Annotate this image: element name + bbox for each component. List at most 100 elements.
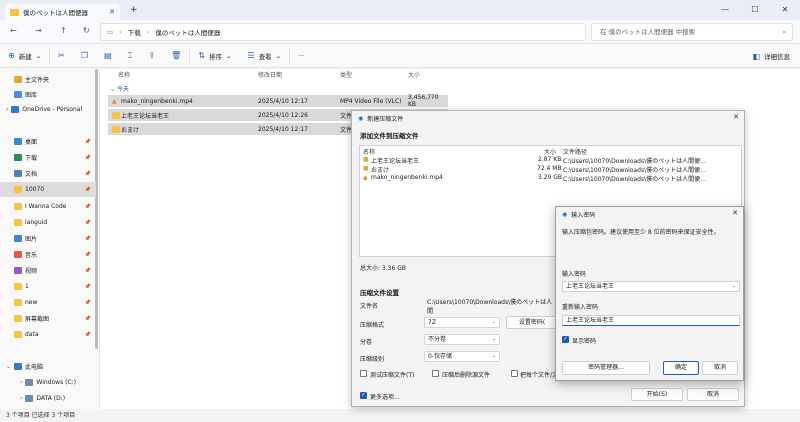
chevron-right-icon[interactable]: › — [20, 379, 22, 386]
sidebar-item[interactable]: 1 📌 — [0, 279, 96, 294]
file-modified: 2025/4/10 12:26 — [258, 111, 308, 119]
view-label: 查看 — [258, 52, 272, 61]
search-input[interactable]: 在 僕のペットは人間便器 中搜索 ⌕ — [591, 23, 793, 41]
plus-circle-icon: ⊕ — [8, 51, 15, 60]
sidebar-item[interactable]: 下载 📌 — [0, 150, 96, 165]
more-options-checkbox[interactable]: ✓ — [360, 392, 367, 399]
password-dialog: ◉ 输入密码 ✕ 输入压缩包密码。建议使用至少 8 位的密码来保证安全性。 输入… — [555, 206, 744, 381]
cancel-button[interactable]: 取消 — [687, 388, 739, 401]
sidebar-item[interactable]: languid 📌 — [0, 215, 96, 230]
format-select[interactable]: 7Z ⌄ — [424, 317, 500, 328]
sort-icon: ⇅ — [198, 51, 205, 60]
sidebar-item[interactable]: 桌面 📌 — [0, 134, 96, 149]
forward-arrow-icon[interactable]: → — [35, 26, 42, 35]
view-button[interactable]: ☰ 查看 ⌄ — [239, 51, 289, 61]
column-header-size[interactable]: 大小 — [408, 69, 420, 83]
sidebar-item[interactable]: new 📌 — [0, 295, 96, 310]
sidebar-item[interactable]: 文档 📌 — [0, 166, 96, 181]
chevron-right-icon[interactable]: › — [20, 395, 22, 402]
sidebar-item[interactable]: › Windows (C:) — [0, 375, 96, 390]
maximize-button[interactable]: ☐ — [740, 0, 770, 20]
cut-button[interactable]: ✂ — [50, 51, 73, 60]
up-arrow-icon[interactable]: ↑ — [60, 26, 67, 35]
refresh-icon[interactable]: ↻ — [83, 26, 90, 35]
show-password-checkbox[interactable]: ✓ — [562, 336, 569, 343]
each-file-checkbox[interactable] — [511, 370, 518, 377]
chevron-down-icon: ⌄ — [491, 353, 496, 359]
status-bar: 3 个项目 已选择 3 个项目 — [0, 409, 800, 422]
column-header-name[interactable]: 名称 — [118, 69, 130, 83]
new-button[interactable]: ⊕ 新建 ⌄ — [0, 51, 49, 61]
sidebar-item[interactable]: › OneDrive - Personal — [0, 102, 96, 117]
document-icon — [14, 170, 22, 177]
sort-button[interactable]: ⇅ 排序 ⌄ — [190, 51, 239, 61]
chevron-right-icon[interactable]: › — [6, 106, 8, 113]
breadcrumb-item[interactable]: 下载 — [128, 27, 141, 37]
item-size: 72.4 MB — [537, 165, 562, 172]
item-name: mako_ningenbenki.mp4 — [371, 174, 443, 181]
sidebar-item[interactable]: ⌄ 此电脑 — [0, 359, 96, 374]
sidebar-item[interactable]: 图片 📌 — [0, 231, 96, 246]
more-options-label[interactable]: 更多选项... — [370, 392, 400, 401]
password-input[interactable]: 上老王论坛当老王 ⌄ — [562, 281, 740, 292]
search-icon: ⌕ — [782, 28, 786, 36]
column-header-type[interactable]: 类型 — [340, 69, 352, 83]
sidebar-item[interactable]: 图库 — [0, 87, 96, 102]
sidebar-item[interactable]: 主文件夹 — [0, 72, 96, 87]
password-manager-button[interactable]: 密码管理器... — [562, 361, 650, 375]
minimize-button[interactable]: — — [710, 0, 740, 20]
sidebar-item[interactable]: 视频 📌 — [0, 263, 96, 278]
item-name: 上老王论坛当老王 — [371, 158, 420, 165]
confirm-password-input[interactable]: 上老王论坛当老王 — [562, 315, 740, 326]
password-titlebar: ◉ 输入密码 — [556, 207, 743, 221]
sidebar-item[interactable]: I Wanna Code 📌 — [0, 199, 96, 214]
split-select[interactable]: 不分卷 ⌄ — [424, 334, 500, 345]
password-cancel-button[interactable]: 取消 — [702, 361, 738, 375]
share-button[interactable]: ⇪ — [140, 51, 163, 60]
delete-source-checkbox[interactable] — [432, 370, 439, 377]
column-header-modified[interactable]: 修改日期 — [258, 69, 282, 83]
level-select[interactable]: 0-仅存储 ⌄ — [424, 351, 500, 362]
close-tab-icon[interactable]: ✕ — [109, 8, 115, 16]
details-button[interactable]: ◧ 详细信息 — [752, 51, 790, 62]
filename-input[interactable]: C:\Users\10070\Downloads\僕のペットは人間 — [424, 298, 556, 315]
test-archive-checkbox[interactable] — [360, 370, 367, 377]
delete-button[interactable]: 🗑 — [163, 51, 189, 60]
monitor-icon: ▭ — [107, 28, 114, 36]
archive-icon: ◉ — [562, 210, 568, 218]
set-password-button[interactable]: 设置密码( — [506, 316, 558, 329]
folder-icon — [14, 219, 22, 226]
close-icon[interactable]: ✕ — [733, 113, 739, 121]
chevron-down-icon[interactable]: ⌄ — [6, 363, 11, 370]
sidebar-item-label: 1 — [25, 283, 29, 290]
view-icon: ☰ — [247, 51, 255, 60]
close-icon[interactable]: ✕ — [732, 209, 738, 217]
rename-button[interactable]: ⌶ — [120, 51, 141, 61]
pin-icon: 📌 — [84, 219, 91, 226]
paste-button[interactable]: ▤ — [96, 51, 120, 60]
close-window-button[interactable]: ✕ — [770, 0, 800, 20]
sidebar-item[interactable]: data 📌 — [0, 327, 96, 342]
start-button[interactable]: 开始(S) — [631, 388, 683, 401]
more-button[interactable]: ··· — [290, 52, 312, 60]
password-value: 上老王论坛当老王 — [566, 283, 615, 290]
breadcrumb-item[interactable]: 僕のペットは人間便器 — [155, 27, 220, 37]
file-row[interactable]: ▲ mako_ningenbenki.mp4 2025/4/10 12:17 M… — [108, 94, 448, 108]
item-size: 2.87 KB — [538, 156, 562, 163]
new-tab-button[interactable]: + — [130, 5, 138, 15]
sidebar-item[interactable]: 音乐 📌 — [0, 247, 96, 262]
back-arrow-icon[interactable]: ← — [10, 26, 17, 35]
folder-icon — [112, 125, 120, 133]
list-item[interactable]: ▲ mako_ningenbenki.mp4 3.29 GB C:\Users\… — [362, 174, 740, 184]
file-modified: 2025/4/10 12:17 — [258, 97, 308, 105]
tab-current-folder[interactable]: 僕のペットは人間便器 ✕ — [5, 4, 120, 20]
copy-button[interactable]: ❐ — [73, 51, 96, 60]
list-header-size: 大小 — [544, 149, 557, 156]
sidebar-item[interactable]: 10070 📌 — [0, 182, 96, 197]
sidebar-item[interactable]: › DATA (D:) — [0, 391, 96, 406]
breadcrumb[interactable]: ▭ › 下载 › 僕のペットは人間便器 — [100, 23, 586, 41]
file-name: mako_ningenbenki.mp4 — [121, 97, 193, 105]
ok-button[interactable]: 确定 — [663, 361, 699, 375]
sidebar-item[interactable]: 屏幕截图 📌 — [0, 311, 96, 326]
group-header[interactable]: ⌄ 今天 — [110, 84, 129, 93]
